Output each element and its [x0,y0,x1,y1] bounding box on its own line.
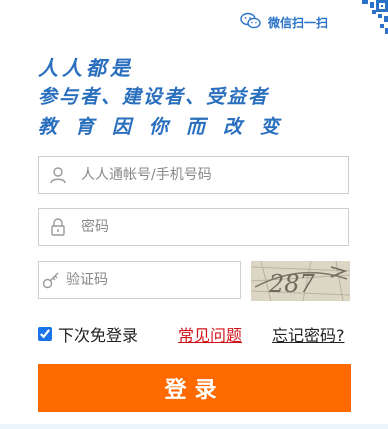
username-field-wrapper[interactable] [38,156,349,194]
captcha-image[interactable]: 287 [251,261,350,301]
remember-checkbox[interactable] [38,327,52,341]
key-icon [39,261,62,299]
captcha-text: 287 [268,270,316,298]
remember-login[interactable]: 下次免登录 [38,322,138,346]
captcha-input[interactable] [62,263,240,297]
password-input[interactable] [77,210,348,244]
wechat-scan-label: 微信扫一扫 [268,15,329,30]
wechat-icon [240,12,262,33]
slogan-line-3: 教育因你而改变 [38,116,298,138]
username-input[interactable] [77,158,348,192]
slogan-line-2: 参与者、建设者、受益者 [38,86,270,108]
slogan-line-1: 人人都是 [38,56,134,80]
slogan: 人人都是 参与者、建设者、受益者 教育因你而改变 [38,54,358,142]
user-icon [39,156,77,194]
login-button[interactable]: 登录 [38,364,351,412]
password-field-wrapper[interactable] [38,208,349,246]
lock-icon [39,208,77,246]
qr-code-icon[interactable] [348,0,388,40]
wechat-scan-link[interactable]: 微信扫一扫 [240,12,328,32]
faq-link[interactable]: 常见问题 [178,322,242,346]
captcha-field-wrapper[interactable] [38,261,241,299]
forgot-password-link[interactable]: 忘记密码? [272,322,345,346]
remember-label: 下次免登录 [58,326,139,345]
bottom-divider [0,424,388,429]
